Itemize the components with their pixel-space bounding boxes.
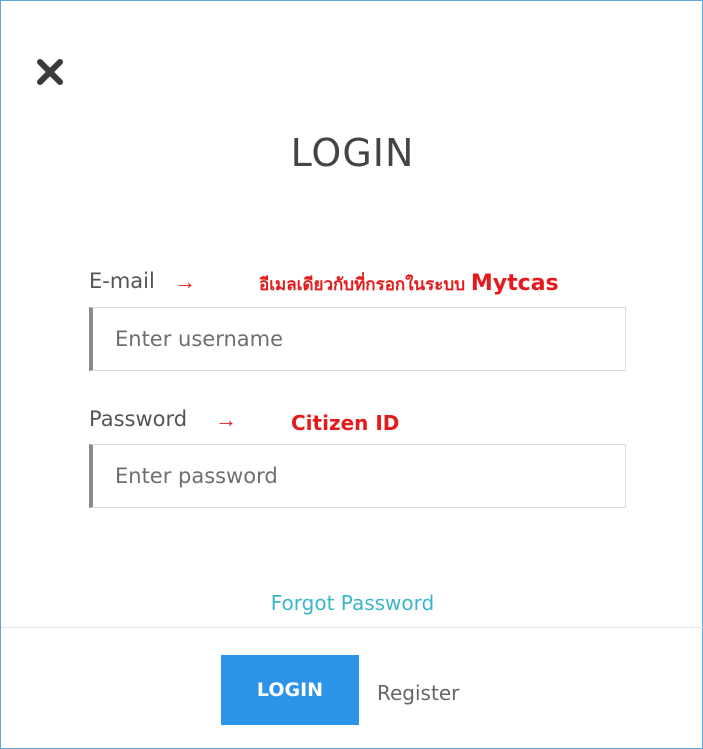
forgot-password-link[interactable]: Forgot Password bbox=[1, 591, 703, 615]
dialog-title: LOGIN bbox=[290, 131, 415, 175]
email-label: E-mail bbox=[89, 269, 155, 293]
password-arrow-annotation: → bbox=[215, 407, 237, 432]
register-link[interactable]: Register bbox=[377, 681, 459, 705]
email-annotation: อีเมลเดียวกับที่กรอกในระบบ Mytcas bbox=[259, 271, 559, 298]
footer-divider bbox=[1, 627, 703, 628]
password-input[interactable] bbox=[89, 444, 626, 508]
email-input[interactable] bbox=[89, 307, 626, 371]
password-label: Password bbox=[89, 407, 188, 431]
email-annotation-brand: Mytcas bbox=[470, 271, 559, 296]
login-button[interactable]: LOGIN bbox=[221, 655, 359, 725]
login-dialog: LOGIN E-mail → อีเมลเดียวกับที่กรอกในระบ… bbox=[0, 0, 703, 749]
close-x-icon bbox=[37, 59, 63, 85]
email-annotation-text: อีเมลเดียวกับที่กรอกในระบบ bbox=[259, 275, 465, 295]
password-annotation: Citizen ID bbox=[291, 411, 400, 435]
email-arrow-annotation: → bbox=[174, 269, 196, 294]
close-button[interactable] bbox=[35, 57, 65, 87]
